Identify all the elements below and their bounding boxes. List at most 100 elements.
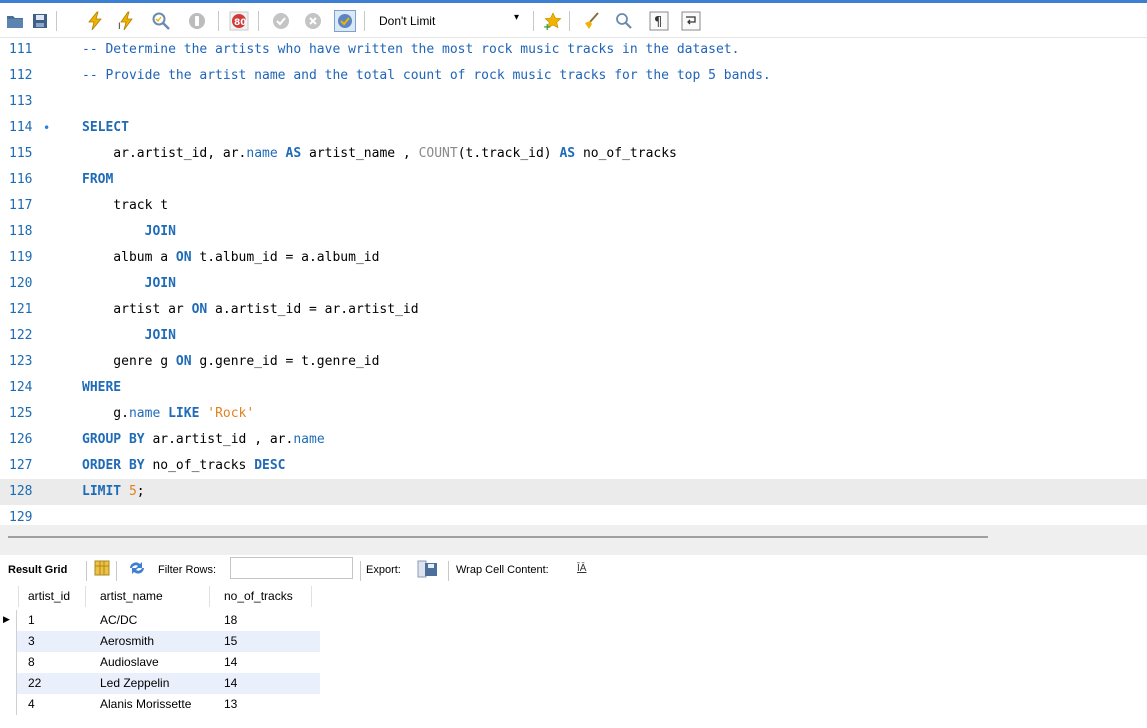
export-save-icon[interactable] <box>417 560 439 581</box>
line-number: 112 <box>9 68 33 83</box>
table-row[interactable]: 3 Aerosmith 15 <box>0 631 320 652</box>
beautify-broom-icon[interactable] <box>581 10 603 32</box>
line-number: 116 <box>9 172 33 187</box>
toolbar-separator <box>218 11 219 31</box>
invisible-chars-pilcrow-icon[interactable]: ¶ <box>648 10 670 32</box>
editor-line[interactable]: 119 album a ON t.album_id = a.album_id <box>0 245 1147 271</box>
editor-line[interactable]: 127 ORDER BY no_of_tracks DESC <box>0 453 1147 479</box>
sql-editor-toolbar: I 80 Don't Limit ▾ + ¶ <box>0 3 1147 38</box>
splitter-handle[interactable] <box>8 536 988 538</box>
row-limit-select[interactable]: Don't Limit ▾ <box>371 10 525 32</box>
column-header-artist_name[interactable]: artist_name <box>94 586 210 607</box>
find-magnifier-icon[interactable] <box>613 10 635 32</box>
chevron-down-icon: ▾ <box>514 12 520 23</box>
cell-artist_id[interactable]: 3 <box>28 631 35 652</box>
editor-line[interactable]: 118 JOIN <box>0 219 1147 245</box>
line-number: 122 <box>9 328 33 343</box>
line-number: 119 <box>9 250 33 265</box>
sql-editor[interactable]: 111 -- Determine the artists who have wri… <box>0 37 1147 525</box>
commit-check-icon[interactable] <box>270 10 292 32</box>
code-text: SELECT <box>82 120 129 135</box>
cell-no_of_tracks[interactable]: 15 <box>224 631 237 652</box>
toolbar-separator <box>116 561 117 581</box>
line-number: 118 <box>9 224 33 239</box>
editor-line[interactable]: 124 WHERE <box>0 375 1147 401</box>
editor-line[interactable]: 114 • SELECT <box>0 115 1147 141</box>
statement-marker-icon: • <box>43 121 51 135</box>
cell-artist_name[interactable]: Audioslave <box>100 652 159 673</box>
stop-on-error-icon[interactable]: 80 <box>228 10 250 32</box>
row-selector[interactable]: ▶ <box>0 610 17 631</box>
column-header-no_of_tracks[interactable]: no_of_tracks <box>218 586 312 607</box>
add-snippet-star-icon[interactable]: + <box>542 10 564 32</box>
row-selector[interactable] <box>0 631 17 652</box>
cell-no_of_tracks[interactable]: 14 <box>224 652 237 673</box>
line-number: 123 <box>9 354 33 369</box>
svg-text:+: + <box>543 22 551 31</box>
row-selector[interactable] <box>0 652 17 673</box>
stop-icon[interactable] <box>186 10 208 32</box>
editor-line[interactable]: 113 <box>0 89 1147 115</box>
editor-line[interactable]: 111 -- Determine the artists who have wri… <box>0 37 1147 63</box>
cell-no_of_tracks[interactable]: 13 <box>224 694 237 715</box>
code-text: -- Provide the artist name and the total… <box>82 68 771 83</box>
editor-line[interactable]: 123 genre g ON g.genre_id = t.genre_id <box>0 349 1147 375</box>
line-number: 111 <box>9 42 33 57</box>
line-number: 129 <box>9 510 33 525</box>
execute-current-icon[interactable]: I <box>116 10 138 32</box>
cell-artist_name[interactable]: Alanis Morissette <box>100 694 191 715</box>
line-number: 120 <box>9 276 33 291</box>
grid-layout-icon[interactable] <box>94 560 110 579</box>
grid-corner <box>0 586 19 607</box>
save-icon[interactable] <box>29 10 51 32</box>
code-text: g.name LIKE 'Rock' <box>82 406 255 421</box>
code-text: ORDER BY no_of_tracks DESC <box>82 458 286 473</box>
editor-line[interactable]: 129 <box>0 505 1147 525</box>
wrap-cell-content-label: Wrap Cell Content: <box>456 564 549 576</box>
editor-line[interactable]: 120 JOIN <box>0 271 1147 297</box>
editor-line[interactable]: 115 ar.artist_id, ar.name AS artist_name… <box>0 141 1147 167</box>
execute-lightning-icon[interactable] <box>84 10 106 32</box>
column-header-artist_id[interactable]: artist_id <box>22 586 86 607</box>
editor-line[interactable]: 126 GROUP BY ar.artist_id , ar.name <box>0 427 1147 453</box>
code-text: WHERE <box>82 380 122 395</box>
cell-no_of_tracks[interactable]: 18 <box>224 610 237 631</box>
row-selector[interactable] <box>0 694 17 715</box>
editor-line[interactable]: 117 track t <box>0 193 1147 219</box>
cell-artist_name[interactable]: Aerosmith <box>100 631 154 652</box>
wrap-lines-icon[interactable] <box>680 10 702 32</box>
code-text: JOIN <box>144 328 176 343</box>
code-text: ar.artist_id, ar.name AS artist_name , C… <box>82 146 677 161</box>
editor-line[interactable]: 128 LIMIT 5; <box>0 479 1147 505</box>
table-row[interactable]: 22 Led Zeppelin 14 <box>0 673 320 694</box>
explain-magnifier-icon[interactable] <box>150 10 172 32</box>
editor-result-splitter[interactable] <box>0 525 1147 555</box>
refresh-arrows-icon[interactable] <box>127 560 147 579</box>
line-number: 126 <box>9 432 33 447</box>
cell-artist_id[interactable]: 1 <box>28 610 35 631</box>
autocommit-toggle-icon[interactable] <box>334 10 356 32</box>
table-row[interactable]: 8 Audioslave 14 <box>0 652 320 673</box>
row-selector[interactable] <box>0 673 17 694</box>
code-text: -- Determine the artists who have writte… <box>82 42 740 57</box>
cell-artist_name[interactable]: AC/DC <box>100 610 137 631</box>
cell-artist_id[interactable]: 4 <box>28 694 35 715</box>
rollback-x-icon[interactable] <box>302 10 324 32</box>
editor-line[interactable]: 122 JOIN <box>0 323 1147 349</box>
code-text: artist ar ON a.artist_id = ar.artist_id <box>82 302 419 317</box>
editor-line[interactable]: 116 FROM <box>0 167 1147 193</box>
editor-line[interactable]: 121 artist ar ON a.artist_id = ar.artist… <box>0 297 1147 323</box>
cell-no_of_tracks[interactable]: 14 <box>224 673 237 694</box>
result-grid-tab[interactable]: Result Grid <box>8 564 67 576</box>
wrap-cell-toggle-icon[interactable]: ĪĀ <box>577 563 586 574</box>
cell-artist_id[interactable]: 8 <box>28 652 35 673</box>
filter-rows-input[interactable] <box>230 557 353 579</box>
toolbar-separator <box>360 561 361 581</box>
open-folder-icon[interactable] <box>4 10 26 32</box>
cell-artist_name[interactable]: Led Zeppelin <box>100 673 169 694</box>
cell-artist_id[interactable]: 22 <box>28 673 41 694</box>
editor-line[interactable]: 112 -- Provide the artist name and the to… <box>0 63 1147 89</box>
table-row[interactable]: ▶ 1 AC/DC 18 <box>0 610 320 631</box>
editor-line[interactable]: 125 g.name LIKE 'Rock' <box>0 401 1147 427</box>
table-row[interactable]: 4 Alanis Morissette 13 <box>0 694 320 715</box>
